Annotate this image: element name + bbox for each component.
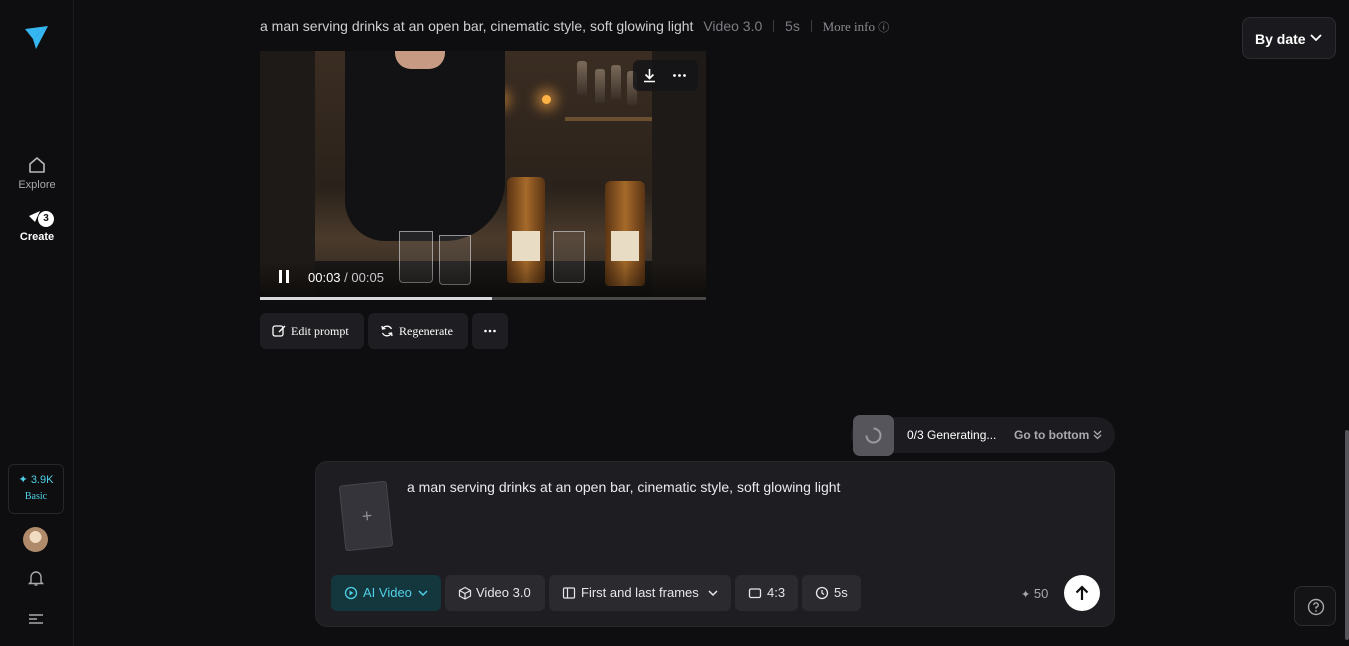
edit-prompt-label: Edit prompt xyxy=(291,324,349,338)
more-info-link[interactable]: More info ⓘ xyxy=(823,19,890,34)
edit-prompt-button[interactable]: Edit prompt xyxy=(260,313,364,349)
regenerate-label: Regenerate xyxy=(399,324,453,338)
video-shelf-bottle xyxy=(611,65,621,99)
generating-text: 0/3 Generating... xyxy=(907,428,997,442)
chevron-down-icon xyxy=(418,590,428,597)
more-info-label: More info xyxy=(822,19,875,34)
video-shelf xyxy=(565,117,652,121)
home-icon xyxy=(29,157,45,173)
video-lamp xyxy=(542,95,551,104)
regenerate-button[interactable]: Regenerate xyxy=(368,313,468,349)
aspect-ratio-label: 4:3 xyxy=(767,585,786,600)
app-logo-icon[interactable] xyxy=(22,24,50,52)
plan-label: Basic xyxy=(24,491,48,502)
aspect-ratio-selector[interactable]: 4:3 xyxy=(735,575,798,611)
clock-icon xyxy=(815,586,829,600)
duration-label: 5s xyxy=(834,585,848,600)
credits-amount-value: 3.9K xyxy=(30,474,54,486)
nav-explore-label: Explore xyxy=(18,179,56,191)
video-toolbar xyxy=(633,60,698,91)
chevron-down-icon xyxy=(708,590,718,597)
divider xyxy=(773,20,775,32)
prompt-composer: + a man serving drinks at an open bar, c… xyxy=(315,461,1115,627)
ai-video-icon xyxy=(344,586,358,600)
chevron-down-icon xyxy=(1310,34,1322,42)
menu-icon[interactable] xyxy=(28,612,44,626)
nav-create[interactable]: 3 Create xyxy=(0,206,74,243)
total-time: / 00:05 xyxy=(344,270,384,285)
video-bottle-label xyxy=(512,231,540,261)
generation-cost-value: 50 xyxy=(1033,586,1049,601)
generation-prompt: a man serving drinks at an open bar, cin… xyxy=(260,18,694,34)
video-progress-bar[interactable] xyxy=(260,297,706,300)
double-chevron-down-icon xyxy=(1093,430,1102,440)
generation-header: a man serving drinks at an open bar, cin… xyxy=(260,18,889,35)
video-shelf-bottle xyxy=(595,69,605,103)
generating-thumbnail xyxy=(853,415,894,456)
mode-label: AI Video xyxy=(363,585,412,600)
video-shelf-bottle xyxy=(577,61,587,95)
more-horizontal-icon xyxy=(484,329,496,333)
aspect-ratio-icon xyxy=(748,588,762,599)
generating-status: 0/3 Generating... Go to bottom xyxy=(851,415,1115,456)
credits-amount: ✦ 3.9K xyxy=(18,474,54,486)
cube-icon xyxy=(458,586,472,600)
sidebar: Explore 3 Create ✦ 3.9K Basic xyxy=(0,0,74,646)
frames-label: First and last frames xyxy=(581,585,699,600)
send-button[interactable] xyxy=(1064,575,1100,611)
more-actions-button[interactable] xyxy=(472,313,508,349)
question-icon xyxy=(1307,598,1325,616)
avatar[interactable] xyxy=(23,527,48,552)
download-icon[interactable] xyxy=(641,67,658,84)
generation-cost: ✦ 50 xyxy=(1021,586,1048,601)
credits-panel[interactable]: ✦ 3.9K Basic xyxy=(8,464,64,514)
prompt-input[interactable]: a man serving drinks at an open bar, cin… xyxy=(407,479,840,495)
generation-model: Video 3.0 xyxy=(703,18,763,34)
edit-icon xyxy=(272,325,286,337)
refresh-icon xyxy=(381,325,393,337)
bell-icon[interactable] xyxy=(27,569,45,587)
frames-selector[interactable]: First and last frames xyxy=(549,575,731,611)
video-bartender-neck xyxy=(395,51,445,69)
arrow-up-icon xyxy=(1075,585,1089,600)
video-bottle-label xyxy=(611,231,639,261)
video-time: 00:03 / 00:05 xyxy=(308,270,384,285)
duration-selector[interactable]: 5s xyxy=(802,575,861,611)
current-time: 00:03 xyxy=(308,270,341,285)
go-to-bottom-link[interactable]: Go to bottom xyxy=(1014,428,1102,442)
nav-explore[interactable]: Explore xyxy=(0,154,74,191)
sparkle-icon: ✦ xyxy=(1021,589,1031,601)
model-selector[interactable]: Video 3.0 xyxy=(445,575,545,611)
frames-icon xyxy=(562,587,576,599)
pause-icon[interactable] xyxy=(279,270,289,283)
loading-spinner-icon xyxy=(865,427,882,444)
mode-selector[interactable]: AI Video xyxy=(331,575,441,611)
nav-create-label: Create xyxy=(19,231,55,243)
plus-icon: + xyxy=(360,505,374,527)
help-button[interactable] xyxy=(1294,586,1336,626)
more-options-icon[interactable] xyxy=(671,67,688,84)
model-label: Video 3.0 xyxy=(476,585,531,600)
create-count-badge: 3 xyxy=(38,211,54,227)
sort-dropdown[interactable]: By date xyxy=(1242,17,1336,59)
generation-duration: 5s xyxy=(785,18,800,34)
divider xyxy=(810,20,812,32)
info-icon: ⓘ xyxy=(878,22,890,34)
go-to-bottom-label: Go to bottom xyxy=(1014,428,1090,442)
video-bartender xyxy=(345,51,505,241)
sort-label: By date xyxy=(1255,31,1306,47)
page-scrollbar[interactable] xyxy=(1345,430,1349,640)
upload-frame-button[interactable]: + xyxy=(338,480,394,552)
video-progress-fill xyxy=(260,297,492,300)
